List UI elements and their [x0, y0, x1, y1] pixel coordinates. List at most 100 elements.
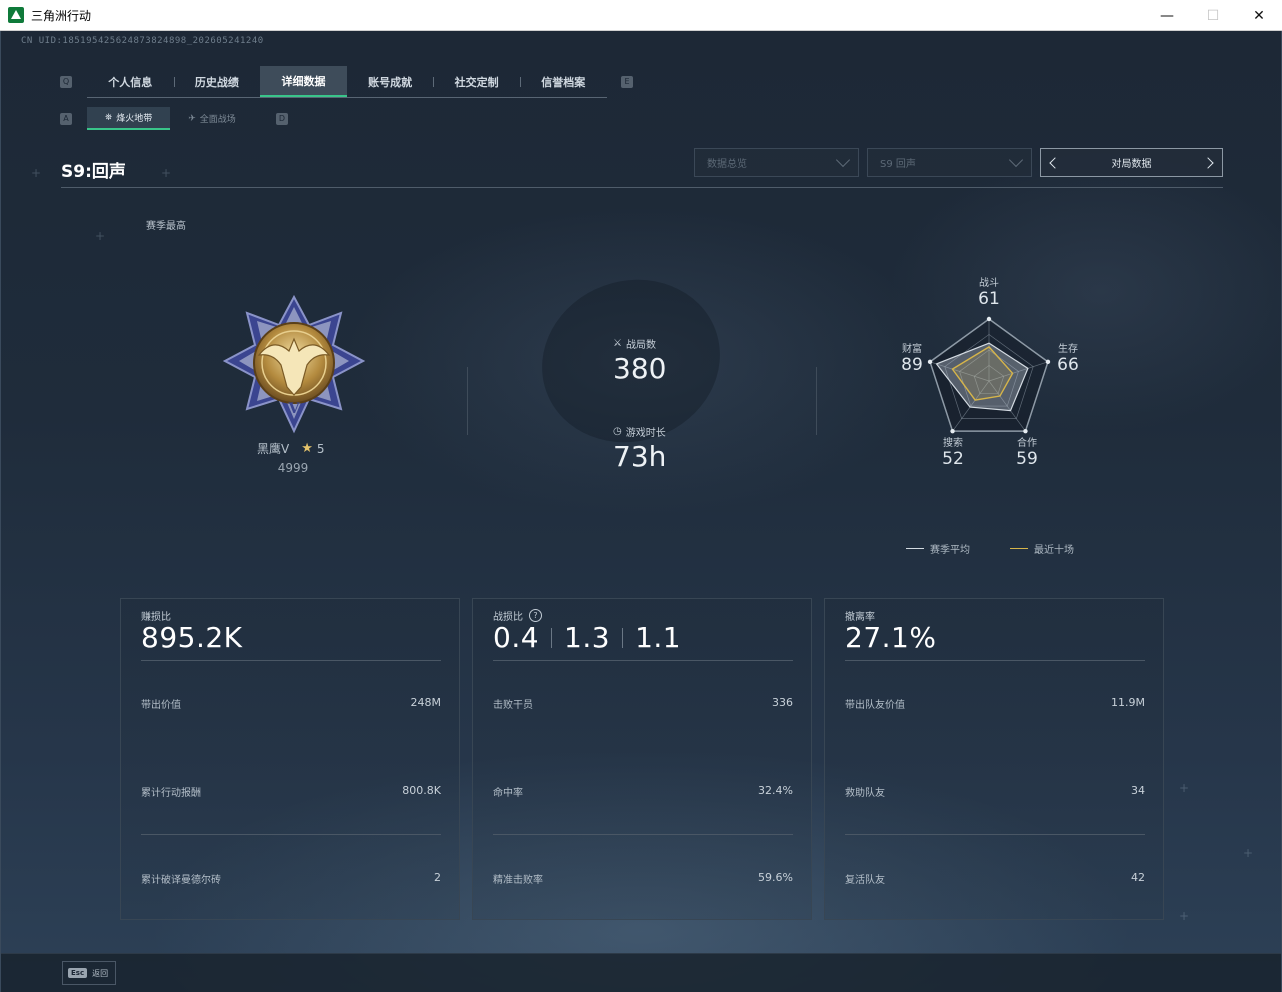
- decor-plus-icon: +: [1179, 909, 1190, 923]
- panel-divider: [493, 834, 793, 835]
- subtab-next-key-hint[interactable]: D: [276, 113, 288, 125]
- stat-row: 精准击败率 59.6%: [493, 871, 793, 886]
- stat-label: 累计行动报酬: [141, 788, 201, 799]
- radar-value-combat: 61: [978, 289, 1000, 309]
- main-tabs: 个人信息 历史战绩 详细数据 账号成就 社交定制 信誉档案: [87, 66, 607, 98]
- legend-label: 赛季平均: [930, 545, 970, 556]
- stat-value: 59.6%: [758, 871, 793, 884]
- legend-swatch: [1010, 548, 1028, 549]
- stat-row: 命中率 32.4%: [493, 784, 793, 799]
- stat-value: 248M: [410, 696, 442, 709]
- radar-vertex-dot: [986, 316, 992, 322]
- chevron-down-icon: [1008, 152, 1024, 168]
- tab-achievements[interactable]: 账号成就: [347, 66, 434, 97]
- panel-divider: [141, 660, 441, 661]
- stat-row: 累计行动报酬 800.8K: [141, 784, 441, 799]
- extraction-panel: 撤离率 27.1% 带出队友价值 11.9M 救助队友 34 复活队友 42: [824, 598, 1164, 920]
- pager-next-button[interactable]: [1198, 149, 1222, 176]
- app-logo-icon: [8, 7, 24, 23]
- stat-row: 救助队友 34: [845, 784, 1145, 799]
- matches-value: 380: [613, 352, 667, 385]
- panel-divider: [845, 834, 1145, 835]
- dropdown-value: 数据总览: [707, 159, 747, 170]
- tab-personal-info[interactable]: 个人信息: [87, 66, 174, 97]
- stat-label: 复活队友: [845, 875, 885, 886]
- stat-label: 击败干员: [493, 700, 533, 711]
- subtab-prev-key-hint[interactable]: A: [60, 113, 72, 125]
- stat-row: 带出队友价值 11.9M: [845, 696, 1145, 711]
- decor-plus-icon: +: [95, 229, 106, 243]
- stat-value: 800.8K: [402, 784, 441, 797]
- radar-vertex-dot: [1045, 359, 1051, 365]
- clock-icon: ◷: [613, 426, 622, 437]
- svg-text:V: V: [288, 401, 301, 417]
- value-separator: [622, 627, 624, 648]
- header-divider: [61, 187, 1223, 188]
- profit-panel: 赚损比 895.2K 带出价值 248M 累计行动报酬 800.8K 累计破译曼德尔…: [120, 598, 460, 920]
- subtab-hazard-zone[interactable]: ⛯ 烽火地带: [87, 107, 171, 130]
- dropdown-value: S9 回声: [880, 159, 916, 170]
- footer-bar: [1, 953, 1281, 992]
- back-button[interactable]: Esc 返回: [62, 961, 116, 985]
- decor-plus-icon: +: [1179, 781, 1190, 795]
- panel-divider: [845, 660, 1145, 661]
- data-overview-dropdown[interactable]: 数据总览: [694, 148, 859, 177]
- kd-value: 1.3: [564, 621, 611, 654]
- ability-radar-chart: [927, 316, 1051, 434]
- rank-tier: 黑鹰V: [257, 442, 290, 456]
- game-canvas: CN UID:18519542562487382489​8_2026052412…: [0, 31, 1282, 992]
- stat-row: 复活队友 42: [845, 871, 1145, 886]
- subtab-full-battlefield[interactable]: ✈ 全面战场: [170, 107, 254, 130]
- panel-main-value: 27.1%: [845, 621, 936, 654]
- back-label: 返回: [92, 968, 109, 978]
- kd-panel: 战损比 ? 0.4 1.3 1.1 击败干员 336 命中率 32.4% 精准击败率…: [472, 598, 812, 920]
- season-dropdown[interactable]: S9 回声: [867, 148, 1032, 177]
- legend-swatch: [906, 548, 924, 549]
- match-data-pager: 对局数据: [1040, 148, 1223, 177]
- playtime-label: 游戏时长: [625, 428, 666, 439]
- stat-row: 带出价值 248M: [141, 696, 441, 711]
- decor-plus-icon: +: [161, 166, 172, 180]
- stat-value: 2: [434, 871, 441, 884]
- stat-label: 累计破译曼德尔砖: [141, 875, 221, 886]
- tab-prev-key-hint[interactable]: Q: [60, 76, 72, 88]
- matches-label: 战局数: [625, 340, 656, 351]
- window-title: 三角洲行动: [31, 8, 92, 23]
- chevron-right-icon: [1202, 156, 1214, 169]
- extraction-rate-value: 27.1%: [845, 621, 937, 654]
- pager-prev-button[interactable]: [1041, 149, 1065, 176]
- tab-social-customize[interactable]: 社交定制: [433, 66, 520, 97]
- player-uid: CN UID:18519542562487382489​8_2026052412…: [21, 36, 264, 46]
- kd-value: 0.4: [493, 621, 540, 654]
- season-title: S9:回声: [61, 162, 126, 182]
- esc-key-icon: Esc: [68, 968, 88, 978]
- profit-ratio-value: 895.2K: [141, 621, 243, 654]
- tab-detailed-data[interactable]: 详细数据: [260, 66, 347, 97]
- legend-season-average: 赛季平均: [906, 541, 970, 556]
- rank-stars: 5: [316, 441, 325, 456]
- playtime-value: 73h: [613, 440, 667, 473]
- playtime-stat: ◷ 游戏时长 73h: [613, 424, 666, 473]
- legend-recent-ten: 最近十场: [1010, 541, 1074, 556]
- stat-row: 击败干员 336: [493, 696, 793, 711]
- decor-plus-icon: +: [1243, 846, 1254, 860]
- radar-vertex-dot: [1023, 428, 1028, 434]
- chevron-left-icon: [1049, 156, 1061, 169]
- stat-label: 救助队友: [845, 788, 885, 799]
- legend-label: 最近十场: [1034, 545, 1074, 556]
- mode-subtabs: ⛯ 烽火地带 ✈ 全面战场: [87, 107, 254, 130]
- maximize-button[interactable]: ☐: [1190, 0, 1236, 31]
- chevron-down-icon: [835, 152, 851, 168]
- close-button[interactable]: ✕: [1236, 0, 1282, 31]
- star-icon: ★: [301, 441, 313, 456]
- panel-divider: [141, 834, 441, 835]
- stat-value: 11.9M: [1111, 696, 1145, 709]
- hazard-zone-icon: ⛯: [105, 112, 113, 123]
- tab-next-key-hint[interactable]: E: [621, 76, 633, 88]
- section-divider: [467, 367, 468, 435]
- tab-credit-profile[interactable]: 信誉档案: [519, 66, 607, 97]
- tab-history[interactable]: 历史战绩: [173, 66, 261, 97]
- radar-vertex-dot: [927, 359, 933, 365]
- minimize-button[interactable]: —: [1144, 0, 1190, 31]
- matches-stat: ⚔ 战局数 380: [613, 336, 666, 385]
